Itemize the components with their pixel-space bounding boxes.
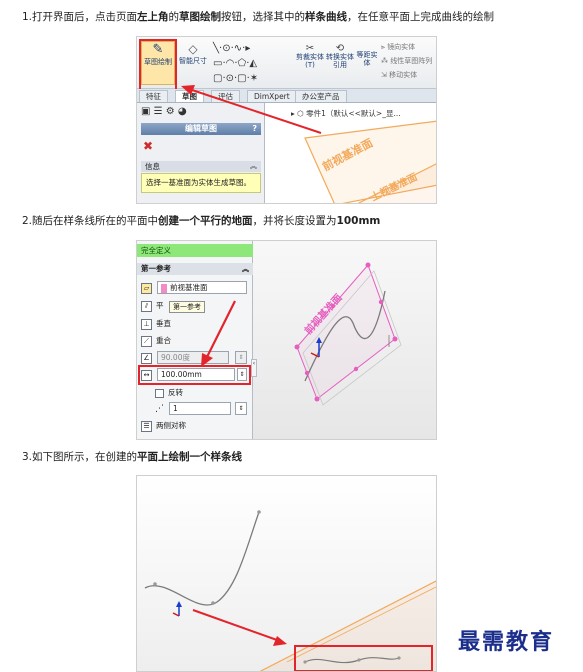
step-1-text: 1.打开界面后，点击页面左上角的草图绘制按钮，选择其中的样条曲线，在任意平面上完… [22,10,494,24]
pattern-icon: ⁂ [381,57,391,65]
step-3-text: 3.如下图所示，在创建的平面上绘制一个样条线 [22,450,242,464]
angle-field[interactable]: 90.00度 [157,351,229,364]
coincident-icon: ⟋ [141,335,152,347]
tab-office-products[interactable]: 办公室产品 [295,90,347,102]
new-plane-shape[interactable] [257,580,437,672]
panel-title: 编辑草图 ? [141,123,261,135]
mid-plane-option[interactable]: ☰ 两侧对称 [141,419,186,433]
convert-entities-button[interactable]: ⟲ 转换实体引用 [325,43,355,70]
selection-color-swatch [161,283,167,293]
step-text-segment: 2.随后在样条线所在的平面中 [22,215,159,227]
watermark-logo: 最需教育 [458,629,555,655]
smart-dimension-button[interactable]: ◇ 智能尺寸 [177,41,209,85]
help-icon[interactable]: ? [252,123,257,135]
smart-dimension-icon: ◇ [188,42,198,56]
count-spinner-icon[interactable]: ⇕ [235,402,247,415]
flip-option[interactable]: 反转 [155,386,183,400]
step-text-segment: 左上角 [137,11,169,23]
tab-sketch[interactable]: 草图 [175,90,204,102]
distance-field-highlight [138,365,251,385]
step-text-segment: ，在任意平面上完成曲线的绘制 [347,11,495,23]
reference-selector-row: ▱ [141,281,156,295]
angle-option[interactable]: ∠ [141,351,156,365]
step-text-segment: 按钮，选择其中的 [221,11,306,23]
angle-icon: ∠ [141,352,152,364]
perpendicular-option[interactable]: ⊥ 垂直 [141,317,171,331]
graphics-area[interactable]: 前视基准面 [253,241,436,439]
step-text-segment: 草图绘制 [179,11,222,23]
screenshot-spline-on-plane [136,475,437,672]
line-icon[interactable]: ╲·⊙·∿·▸ [213,43,250,54]
step-text-segment: 1.打开界面后，点击页面 [22,11,138,23]
step-text-segment: 创建一个平行的地面 [158,215,253,227]
count-option[interactable]: ⋰ [155,402,167,416]
graphics-area[interactable]: ▸ ⬡ 零件1（默认<<默认>_显... 前视基准面 上视基准面 [265,103,436,203]
collapse-icon[interactable]: ︽ [242,263,249,275]
step-text-segment: 的 [168,11,180,23]
parallel-option[interactable]: ⫽ 平 [141,299,164,313]
status-badge: 完全定义 [137,244,253,257]
command-manager-ribbon: ✎ 草图绘制 ◇ 智能尺寸 ╲·⊙·∿·▸ ▭·◠·⬠·◭ ▢·⊙·▢·✶ ✂ … [137,37,436,89]
step-text-segment: 平面上 [137,451,169,463]
panel-collapse-handle-icon[interactable]: ‹ [251,359,257,377]
coincident-option[interactable]: ⟋ 重合 [141,334,171,348]
step-2-text: 2.随后在样条线所在的平面中创建一个平行的地面，并将长度设置为100mm [22,214,380,228]
info-section-header[interactable]: 信息 ︽ [141,161,261,172]
tab-evaluate[interactable]: 评估 [211,90,240,102]
screenshot-plane-definition: 完全定义 第一参考 ︽ ▱ 前视基准面 ⫽ 平 第一参考 ⊥ 垂直 ⟋ 重合 ∠ 90… [136,240,437,440]
mid-plane-icon: ☰ [141,420,152,432]
screenshot-sketch-ribbon: ✎ 草图绘制 ◇ 智能尺寸 ╲·⊙·∿·▸ ▭·◠·⬠·◭ ▢·⊙·▢·✶ ✂ … [136,36,437,204]
spline-points[interactable] [153,510,261,605]
step-text-segment: 3.如下图所示，在创建的 [22,451,138,463]
perpendicular-icon: ⊥ [141,318,152,330]
convert-icon: ⟲ [335,43,345,54]
first-reference-header[interactable]: 第一参考 ︽ [137,263,253,275]
count-icon: ⋰ [155,404,164,414]
panel-tab-icons[interactable]: ▣ ☰ ⚙ ◕ [141,106,187,117]
spline-drawing[interactable] [137,476,437,672]
mirror-entities-button[interactable]: ⫸ 镜向实体 [381,43,415,51]
existing-spline-curve[interactable] [144,511,260,606]
trim-icon: ✂ [305,43,315,54]
tab-dimxpert[interactable]: DimXpert [247,90,297,102]
property-manager-panel: ▣ ☰ ⚙ ◕ 编辑草图 ? ✖ 信息 ︽ 选择一基准面为实体生成草图。 [137,103,265,203]
plane-preview-drawing: 前视基准面 [294,262,402,406]
step-text-segment: 绘制一个样条线 [168,451,243,463]
planes-drawing: 前视基准面 上视基准面 [304,120,436,203]
tab-features[interactable]: 特征 [139,90,168,102]
info-message: 选择一基准面为实体生成草图。 [141,173,261,193]
step-text-segment: 样条曲线 [305,11,348,23]
parallel-icon: ⫽ [141,300,152,312]
collapse-icon[interactable]: ︽ [250,161,257,172]
first-reference-field[interactable]: 前视基准面 [157,281,247,294]
move-icon: ⇲ [381,71,390,79]
offset-entities-button[interactable]: 等距实体 [355,51,379,67]
linear-pattern-button[interactable]: ⁂ 线性草图阵列 [381,57,432,65]
count-field[interactable]: 1 [169,402,231,415]
arrow-head [273,636,287,646]
slot-icon[interactable]: ▢·⊙·▢·✶ [213,73,258,84]
sketch-button-highlight [139,39,177,91]
step-text-segment: 100mm [336,215,381,227]
angle-spinner-icon[interactable]: ⇕ [235,351,247,364]
cancel-icon[interactable]: ✖ [143,139,153,153]
tooltip: 第一参考 [169,301,205,313]
step-text-segment: ，并将长度设置为 [252,215,337,227]
plane-property-manager: 完全定义 第一参考 ︽ ▱ 前视基准面 ⫽ 平 第一参考 ⊥ 垂直 ⟋ 重合 ∠ 90… [137,241,253,439]
origin-triad-icon [172,601,182,617]
plane-icon: ▱ [141,282,152,294]
move-entities-button[interactable]: ⇲ 移动实体 [381,71,417,79]
rectangle-icon[interactable]: ▭·◠·⬠·◭ [213,58,257,69]
arrow-line [192,609,278,641]
trim-entities-button[interactable]: ✂ 剪裁实体(T) [295,43,325,70]
command-tabs: 特征 草图 评估 DimXpert 办公室产品 [137,89,436,103]
flip-checkbox[interactable] [155,388,164,398]
